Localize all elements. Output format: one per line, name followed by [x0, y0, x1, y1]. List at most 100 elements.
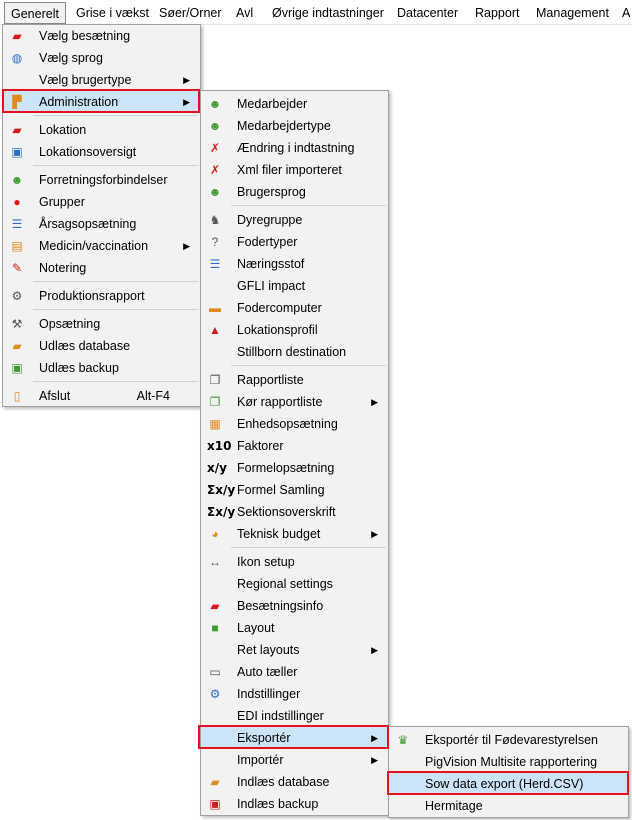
administration-submenu: ☻ Medarbejder ☻ Medarbejdertype ✗ Ændring i… [200, 90, 389, 816]
submenu-arrow-icon: ▶ [183, 75, 190, 85]
menu-separator [33, 165, 198, 166]
menu-item-teknisk-budget[interactable]: ◕ Teknisk budget ▶ [201, 523, 388, 545]
section-header-icon: Σx/y [207, 505, 236, 519]
menu-item-grupper[interactable]: ● Grupper [3, 191, 200, 213]
menu-item-indlaes-backup[interactable]: ▣ Indlæs backup [201, 793, 388, 815]
menu-item-formelopsaetning[interactable]: x/y Formelopsætning [201, 457, 388, 479]
menu-item-sektionsoverskrift[interactable]: Σx/y Sektionsoverskrift [201, 501, 388, 523]
menu-item-dyregruppe[interactable]: ♞ Dyregruppe [201, 209, 388, 231]
menu-item-faktorer[interactable]: x10 Faktorer [201, 435, 388, 457]
menu-item-fodertyper[interactable]: ? Fodertyper [201, 231, 388, 253]
menu-item-enhedsopsaetning[interactable]: ▦ Enhedsopsætning [201, 413, 388, 435]
menu-separator [33, 381, 198, 382]
menu-item-lokationsprofil[interactable]: ▲ Lokationsprofil [201, 319, 388, 341]
menu-oevrige-indtastninger[interactable]: Øvrige indtastninger [266, 2, 390, 24]
arrows-icon: ↔ [209, 555, 221, 569]
submenu-arrow-icon: ▶ [371, 755, 378, 765]
change-icon: ✗ [209, 141, 221, 155]
menu-item-aarsagsopsaetning[interactable]: ☰ Årsagsopsætning [3, 213, 200, 235]
generelt-dropdown: ▰ Vælg besætning ◍ Vælg sprog Vælg brugert… [2, 24, 201, 407]
formula-collection-icon: Σx/y [207, 483, 236, 497]
menu-item-hermitage[interactable]: Hermitage [389, 795, 628, 817]
menu-item-udlaes-backup[interactable]: ▣ Udlæs backup [3, 357, 200, 379]
menu-management[interactable]: Management [530, 2, 615, 24]
farm-icon: ▰ [12, 29, 22, 43]
layout-icon: ■ [211, 621, 219, 635]
menu-item-aendring-i-indtastning[interactable]: ✗ Ændring i indtastning [201, 137, 388, 159]
menu-item-xml-filer-importeret[interactable]: ✗ Xml filer importeret [201, 159, 388, 181]
menu-item-eksporter[interactable]: Eksportér ▶ [201, 727, 388, 749]
menu-item-importer[interactable]: Importér ▶ [201, 749, 388, 771]
factor-icon: x10 [207, 439, 232, 453]
menu-item-sow-data-export[interactable]: Sow data export (Herd.CSV) [389, 773, 628, 795]
menu-item-vaelg-brugertype[interactable]: Vælg brugertype ▶ [3, 69, 200, 91]
menu-grise-i-vaekst[interactable]: Grise i vækst [70, 2, 155, 24]
menu-item-afslut[interactable]: ▯ Afslut Alt-F4 [3, 385, 200, 407]
authority-logo-icon: ♛ [397, 733, 409, 747]
unit-setup-icon: ▦ [209, 417, 221, 431]
menu-item-vaelg-sprog[interactable]: ◍ Vælg sprog [3, 47, 200, 69]
menu-item-ikon-setup[interactable]: ↔ Ikon setup [201, 551, 388, 573]
exit-icon: ▯ [13, 389, 21, 403]
wrench-icon: ⚒ [11, 317, 23, 331]
menu-item-besaetningsinfo[interactable]: ▰ Besætningsinfo [201, 595, 388, 617]
menu-generelt[interactable]: Generelt [4, 2, 66, 24]
menu-item-lokation[interactable]: ▰ Lokation [3, 119, 200, 141]
submenu-arrow-icon: ▶ [371, 529, 378, 539]
menu-item-stillborn-destination[interactable]: Stillborn destination [201, 341, 388, 363]
menu-item-auto-taeller[interactable]: ▭ Auto tæller [201, 661, 388, 683]
shortcut-text: Alt-F4 [136, 389, 170, 403]
menu-item-produktionsrapport[interactable]: ⚙ Produktionsrapport [3, 285, 200, 307]
menu-a[interactable]: A [616, 2, 632, 24]
menu-item-layout[interactable]: ■ Layout [201, 617, 388, 639]
submenu-arrow-icon: ▶ [183, 241, 190, 251]
menu-item-opsaetning[interactable]: ⚒ Opsætning [3, 313, 200, 335]
menu-item-ret-layouts[interactable]: Ret layouts ▶ [201, 639, 388, 661]
run-report-icon: ❐ [209, 395, 221, 409]
employee-icon: ☻ [208, 97, 222, 111]
menu-item-lokationsoversigt[interactable]: ▣ Lokationsoversigt [3, 141, 200, 163]
menu-separator [231, 205, 386, 206]
menu-item-edi-indstillinger[interactable]: EDI indstillinger [201, 705, 388, 727]
menu-item-forretningsforbindelser[interactable]: ☻ Forretningsforbindelser [3, 169, 200, 191]
menu-item-administration[interactable]: ▛ Administration ▶ [3, 91, 200, 113]
menu-item-notering[interactable]: ✎ Notering [3, 257, 200, 279]
menu-item-regional-settings[interactable]: Regional settings [201, 573, 388, 595]
note-icon: ✎ [11, 261, 23, 275]
menu-item-koer-rapportliste[interactable]: ❐ Kør rapportliste ▶ [201, 391, 388, 413]
menu-item-eksporter-foedevarestyrelsen[interactable]: ♛ Eksportér til Fødevarestyrelsen [389, 729, 628, 751]
menu-item-medicin-vaccination[interactable]: ▤ Medicin/vaccination ▶ [3, 235, 200, 257]
menu-item-rapportliste[interactable]: ❐ Rapportliste [201, 369, 388, 391]
menu-item-medarbejdertype[interactable]: ☻ Medarbejdertype [201, 115, 388, 137]
submenu-arrow-icon: ▶ [371, 733, 378, 743]
menu-item-indstillinger[interactable]: ⚙ Indstillinger [201, 683, 388, 705]
groups-icon: ● [13, 195, 21, 209]
menu-item-formel-samling[interactable]: Σx/y Formel Samling [201, 479, 388, 501]
menu-separator [231, 547, 386, 548]
feed-computer-icon: ▬ [209, 301, 221, 315]
menu-datacenter[interactable]: Datacenter [391, 2, 464, 24]
menu-soer-orner[interactable]: Søer/Orner [153, 2, 228, 24]
budget-icon: ◕ [211, 527, 219, 541]
menu-item-pigvision-multisite[interactable]: PigVision Multisite rapportering [389, 751, 628, 773]
menu-bar: Generelt Grise i vækst Søer/Orner Avl Øv… [0, 0, 632, 25]
location-icon: ▰ [12, 123, 22, 137]
menu-item-fodercomputer[interactable]: ▬ Fodercomputer [201, 297, 388, 319]
menu-item-udlaes-database[interactable]: ▰ Udlæs database [3, 335, 200, 357]
employee-type-icon: ☻ [208, 119, 222, 133]
menu-rapport[interactable]: Rapport [469, 2, 525, 24]
menu-item-vaelg-besaetning[interactable]: ▰ Vælg besætning [3, 25, 200, 47]
menu-item-indlaes-database[interactable]: ▰ Indlæs database [201, 771, 388, 793]
menu-item-naeringsstof[interactable]: ☰ Næringsstof [201, 253, 388, 275]
menu-separator [33, 281, 198, 282]
menu-item-gfli-impact[interactable]: GFLI impact [201, 275, 388, 297]
location-profile-icon: ▲ [209, 323, 221, 337]
herd-info-icon: ▰ [210, 599, 220, 613]
list-icon: ☰ [11, 217, 23, 231]
menu-item-brugersprog[interactable]: ☻ Brugersprog [201, 181, 388, 203]
eksporter-submenu: ♛ Eksportér til Fødevarestyrelsen PigVisi… [388, 726, 629, 818]
menu-item-medarbejder[interactable]: ☻ Medarbejder [201, 93, 388, 115]
menu-separator [33, 115, 198, 116]
menu-avl[interactable]: Avl [230, 2, 259, 24]
report-list-icon: ❐ [209, 373, 221, 387]
